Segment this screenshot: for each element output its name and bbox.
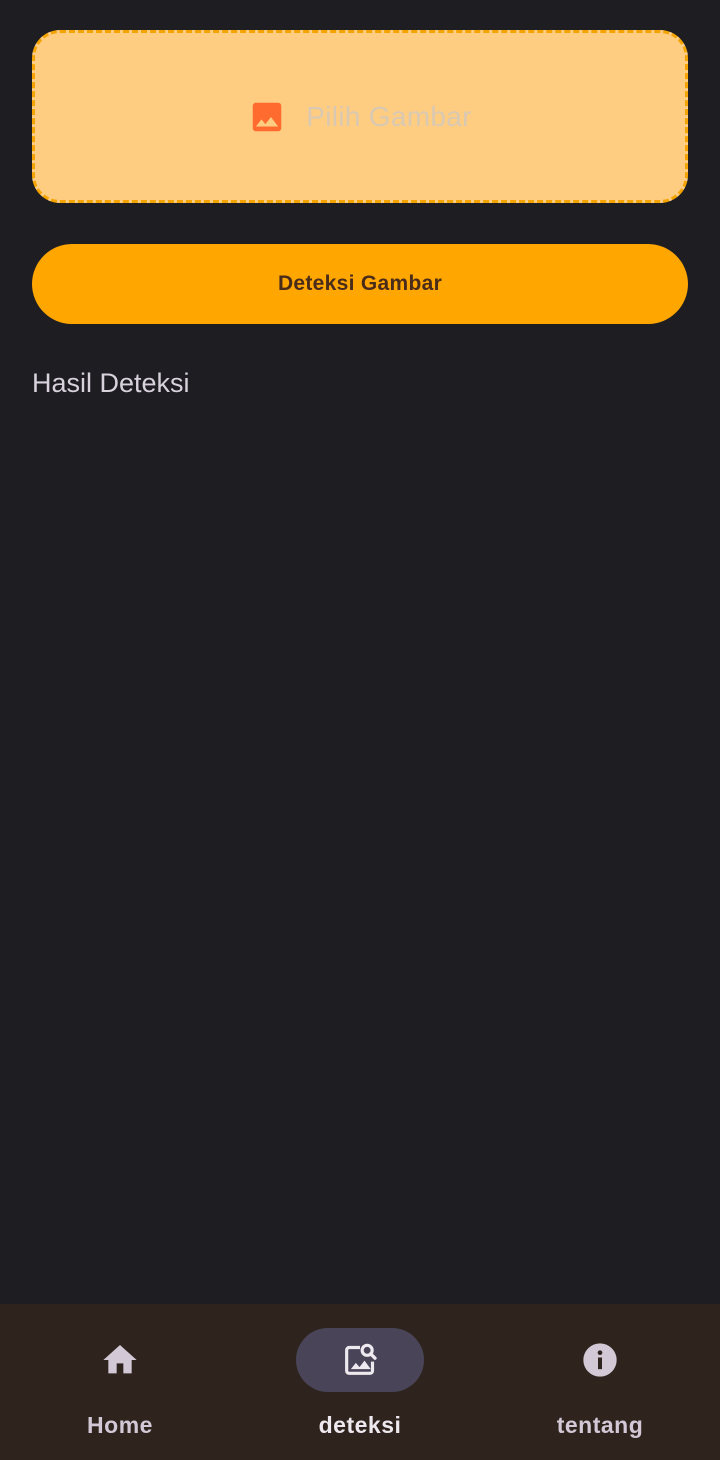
nav-label-home: Home	[87, 1412, 153, 1438]
nav-item-deteksi[interactable]: deteksi	[240, 1304, 480, 1460]
image-picker[interactable]: Pilih Gambar	[32, 30, 688, 203]
nav-item-tentang[interactable]: tentang	[480, 1304, 720, 1460]
image-search-icon	[345, 1343, 377, 1375]
nav-item-home[interactable]: Home	[0, 1304, 240, 1460]
detect-image-button[interactable]: Deteksi Gambar	[32, 244, 688, 324]
home-icon	[103, 1345, 137, 1374]
nav-label-deteksi: deteksi	[318, 1412, 402, 1438]
bottom-navigation: Home deteksi tentang	[0, 1304, 720, 1460]
nav-label-tentang: tentang	[556, 1412, 644, 1438]
result-title: Hasil Deteksi	[32, 368, 190, 398]
image-icon	[253, 102, 282, 131]
image-picker-label: Pilih Gambar	[306, 100, 472, 132]
info-icon	[583, 1343, 617, 1377]
